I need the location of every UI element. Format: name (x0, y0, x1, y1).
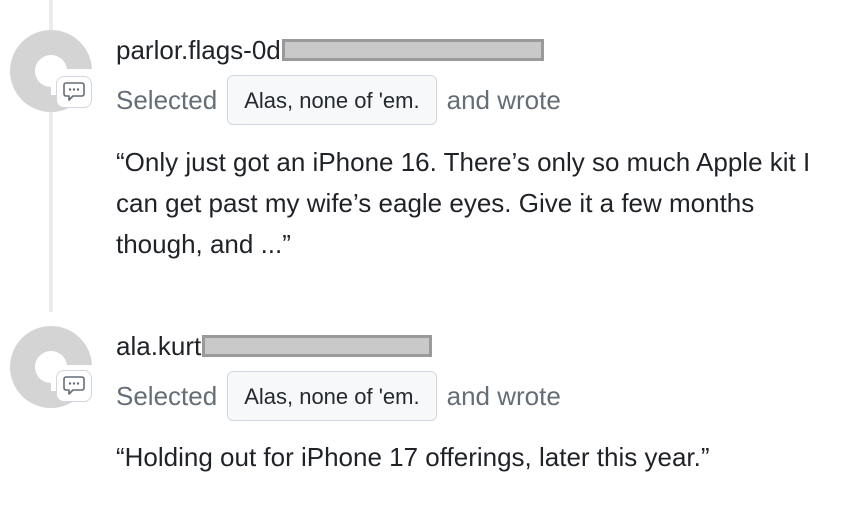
username-link[interactable]: ala.kurt (116, 330, 433, 362)
selected-label: Selected (116, 380, 218, 411)
selected-label: Selected (116, 84, 218, 115)
username-link[interactable]: parlor.flags-0d (116, 34, 544, 66)
username-text: ala.kurt (116, 331, 202, 361)
action-row: Selected Alas, none of 'em. and wrote (116, 370, 561, 422)
selected-choice-pill[interactable]: Alas, none of 'em. (227, 75, 437, 125)
comment-bubble-icon (56, 370, 92, 402)
comment-thread: parlor.flags-0d Selected Alas, none of '… (0, 0, 862, 516)
redacted-username-box (281, 39, 544, 61)
username-text: parlor.flags-0d (116, 35, 281, 65)
comment-bubble-icon (56, 76, 92, 108)
selected-choice-pill[interactable]: Alas, none of 'em. (227, 371, 437, 421)
action-row: Selected Alas, none of 'em. and wrote (116, 74, 561, 126)
comment-body: “Holding out for iPhone 17 offerings, la… (116, 442, 710, 472)
comment-body: “Only just got an iPhone 16. There’s onl… (116, 147, 811, 259)
redacted-username-box (202, 335, 433, 357)
wrote-label: and wrote (446, 84, 561, 115)
wrote-label: and wrote (446, 380, 561, 411)
